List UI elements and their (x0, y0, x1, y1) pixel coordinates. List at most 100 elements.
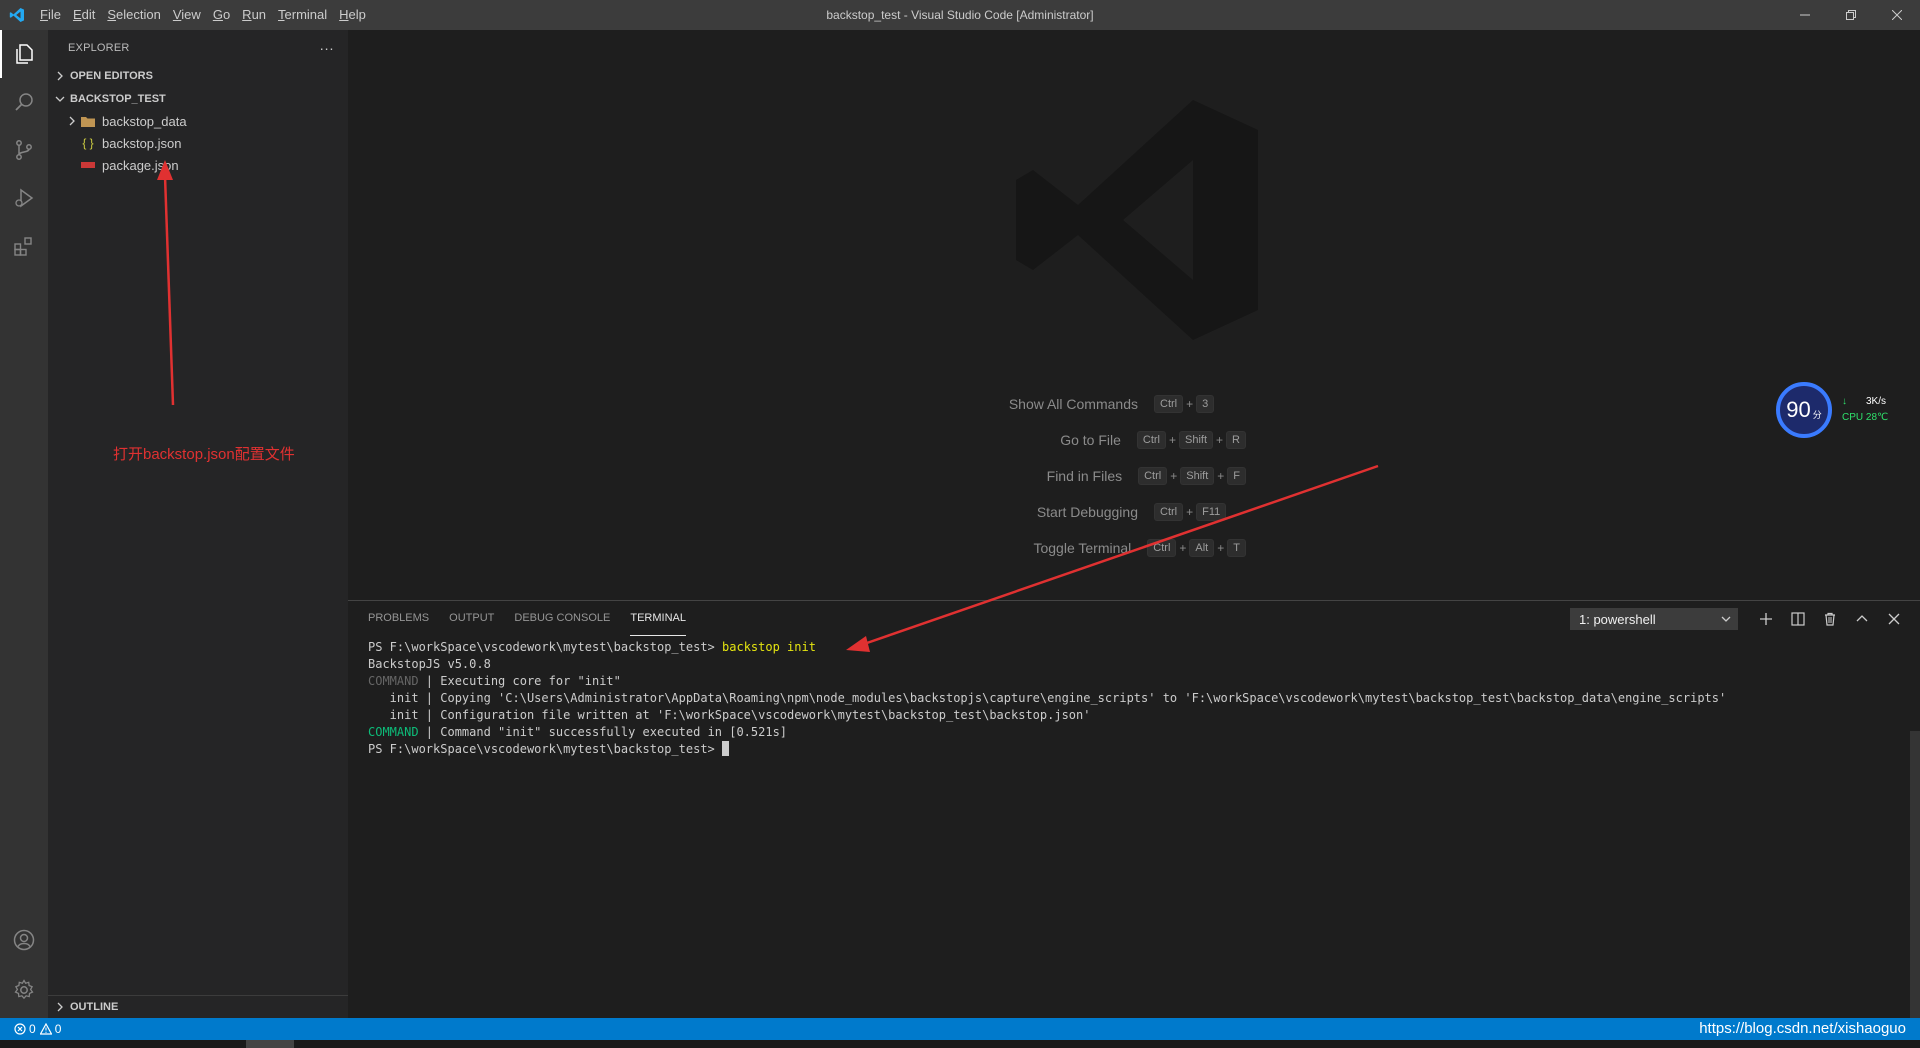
open-editors-section[interactable]: OPEN EDITORS (48, 65, 348, 87)
explorer-sidebar: EXPLORER ··· OPEN EDITORS BACKSTOP_TEST … (48, 30, 348, 1018)
error-icon (14, 1023, 26, 1035)
folder-label: BACKSTOP_TEST (70, 93, 166, 105)
bottom-panel: PROBLEMS OUTPUT DEBUG CONSOLE TERMINAL 1… (348, 600, 1920, 1019)
tab-terminal[interactable]: TERMINAL (630, 601, 686, 636)
menu-edit[interactable]: Edit (67, 0, 101, 30)
run-debug-activity-button[interactable] (0, 174, 48, 222)
taskbar-item[interactable] (246, 1040, 294, 1048)
terminal-scrollbar[interactable] (1910, 731, 1920, 1019)
source-control-activity-button[interactable] (0, 126, 48, 174)
key: Shift (1180, 467, 1215, 485)
chevron-up-icon (1856, 615, 1868, 622)
vscode-watermark-icon (1016, 100, 1258, 340)
accounts-activity-button[interactable] (0, 916, 48, 964)
terminal-line: PS F:\workSpace\vscodework\mytest\backst… (368, 741, 1888, 758)
menu-file[interactable]: File (34, 0, 67, 30)
tab-problems[interactable]: PROBLEMS (368, 601, 429, 636)
minimize-button[interactable] (1782, 0, 1828, 30)
score-value: 90 (1786, 397, 1811, 422)
editor-area: Show All Commands Ctrl +3 Go to File Ctrl… (348, 30, 1920, 600)
plus-icon (1760, 613, 1772, 625)
vscode-logo-icon (0, 0, 34, 30)
split-icon (1791, 612, 1805, 626)
source-control-icon (16, 140, 32, 160)
terminal-select[interactable]: 1: powershell (1570, 608, 1738, 630)
shortcut-row: Show All Commands Ctrl +3 (748, 386, 1248, 422)
restore-icon (1846, 10, 1856, 20)
tree-item-backstop-data[interactable]: backstop_data (48, 110, 348, 132)
terminal-text: | Command "init" successfully executed i… (418, 725, 788, 739)
key: Ctrl (1136, 431, 1166, 449)
terminal-tag: COMMAND (368, 674, 419, 688)
panel-actions: 1: powershell (1570, 607, 1910, 631)
restore-button[interactable] (1828, 0, 1874, 30)
tab-debug-console[interactable]: DEBUG CONSOLE (514, 601, 610, 636)
tree-item-label: backstop_data (102, 113, 187, 129)
terminal-line: BackstopJS v5.0.8 (368, 657, 491, 671)
status-bar: 0 0 https://blog.csdn.net/xishaoguo (0, 1018, 1920, 1040)
shortcut-label: Find in Files (1046, 468, 1123, 484)
maximize-panel-button[interactable] (1846, 608, 1878, 630)
menu-help[interactable]: Help (333, 0, 372, 30)
problems-status[interactable]: 0 0 (14, 1022, 61, 1036)
outline-header[interactable]: OUTLINE (48, 996, 348, 1018)
menu-view[interactable]: View (167, 0, 207, 30)
tree-item-label: backstop.json (102, 135, 182, 151)
outline-section: OUTLINE (48, 995, 348, 1018)
explorer-activity-button[interactable] (0, 30, 48, 78)
terminal-line: PS F:\workSpace\vscodework\mytest\backst… (368, 639, 1888, 656)
terminal-output[interactable]: PS F:\workSpace\vscodework\mytest\backst… (368, 639, 1888, 758)
cpu-temp: CPU 28℃ (1842, 412, 1889, 423)
key: F11 (1196, 503, 1227, 521)
score-unit: 分 (1812, 409, 1822, 420)
key: Ctrl (1138, 467, 1168, 485)
warning-count: 0 (54, 1022, 62, 1036)
search-icon (15, 93, 33, 111)
menu-run[interactable]: Run (236, 0, 272, 30)
error-count: 0 (29, 1022, 36, 1036)
terminal-cursor (722, 741, 730, 756)
key: Ctrl (1154, 395, 1184, 413)
shortcut-row: Find in Files Ctrl + Shift + F (748, 458, 1248, 494)
menu-terminal[interactable]: Terminal (272, 0, 333, 30)
kill-terminal-button[interactable] (1814, 608, 1846, 630)
tab-output[interactable]: OUTPUT (449, 601, 494, 636)
key: Ctrl (1147, 539, 1177, 557)
terminal-text: | Executing core for "init" (418, 674, 621, 688)
shortcut-row: Toggle Terminal Ctrl + Alt + T (748, 530, 1248, 566)
extensions-icon (14, 237, 32, 256)
tree-item-package-json[interactable]: package.json (48, 154, 348, 176)
welcome-shortcuts: Show All Commands Ctrl +3 Go to File Ctrl… (748, 386, 1248, 566)
new-terminal-button[interactable] (1750, 608, 1782, 630)
terminal-prompt: PS F:\workSpace\vscodework\mytest\backst… (368, 640, 723, 654)
folder-icon (80, 115, 96, 127)
manage-activity-button[interactable] (0, 966, 48, 1014)
tree-item-label: package.json (102, 157, 179, 173)
close-window-button[interactable] (1874, 0, 1920, 30)
search-activity-button[interactable] (0, 78, 48, 126)
chevron-right-icon (52, 1002, 68, 1012)
account-icon (13, 929, 35, 951)
extensions-activity-button[interactable] (0, 222, 48, 270)
menu-selection[interactable]: Selection (101, 0, 166, 30)
chevron-down-icon (1721, 616, 1731, 622)
system-monitor-widget[interactable]: 90 分 ↓ 3K/s CPU 28℃ (1776, 382, 1916, 444)
folder-section[interactable]: BACKSTOP_TEST (48, 88, 348, 110)
files-icon (16, 44, 33, 64)
terminal-line: COMMAND | Command "init" successfully ex… (368, 724, 1888, 741)
terminal-tag: COMMAND (368, 725, 419, 739)
menu-go[interactable]: Go (207, 0, 236, 30)
download-arrow-icon: ↓ (1842, 396, 1847, 407)
key: Alt (1189, 539, 1215, 557)
score-ring: 90 分 (1776, 382, 1832, 438)
chevron-down-icon (52, 94, 68, 104)
more-actions-button[interactable]: ··· (319, 40, 334, 56)
tree-item-backstop-json[interactable]: { } backstop.json (48, 132, 348, 154)
sidebar-title: EXPLORER (68, 41, 130, 54)
close-panel-button[interactable] (1878, 608, 1910, 630)
network-speed: 3K/s (1866, 396, 1887, 407)
split-terminal-button[interactable] (1782, 608, 1814, 630)
trash-icon (1825, 612, 1835, 626)
terminal-line: init | Copying 'C:\Users\Administrator\A… (368, 691, 1727, 705)
key: 3 (1196, 395, 1215, 413)
